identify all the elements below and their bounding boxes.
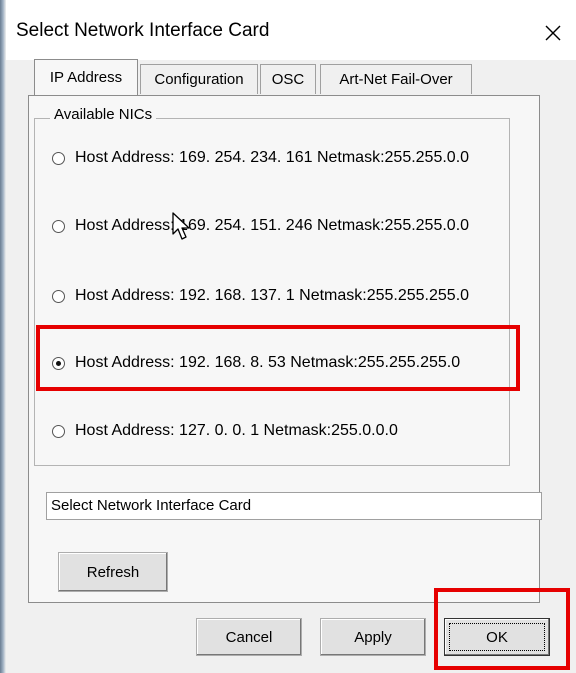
tab-label: Configuration xyxy=(154,71,244,88)
tab-label: Art-Net Fail-Over xyxy=(339,71,453,88)
focus-rectangle xyxy=(449,623,545,651)
radio-button-checked[interactable] xyxy=(52,356,65,370)
nic-option-selected[interactable]: Host Address: 192. 168. 8. 53 Netmask:25… xyxy=(52,350,460,376)
nic-label: Host Address: 169. 254. 151. 246 Netmask… xyxy=(75,217,470,234)
tab-art-net-fail-over[interactable]: Art-Net Fail-Over xyxy=(320,64,472,94)
refresh-button[interactable]: Refresh xyxy=(58,552,168,592)
tab-configuration[interactable]: Configuration xyxy=(140,64,258,94)
status-text-field[interactable]: Select Network Interface Card xyxy=(46,492,542,520)
cancel-button-label: Cancel xyxy=(225,628,273,646)
nic-label: Host Address: 127. 0. 0. 1 Netmask:255.0… xyxy=(75,422,398,439)
nic-option[interactable]: Host Address: 169. 254. 234. 161 Netmask… xyxy=(52,145,469,171)
close-button[interactable] xyxy=(536,16,570,50)
nic-option[interactable]: Host Address: 127. 0. 0. 1 Netmask:255.0… xyxy=(52,418,398,444)
ok-button[interactable]: OK xyxy=(444,618,550,656)
nic-label: Host Address: 169. 254. 234. 161 Netmask… xyxy=(75,149,470,166)
nic-label: Host Address: 192. 168. 137. 1 Netmask:2… xyxy=(75,287,470,304)
radio-button[interactable] xyxy=(52,424,65,438)
mouse-cursor-icon xyxy=(172,212,194,247)
apply-button[interactable]: Apply xyxy=(320,618,426,656)
nic-option[interactable]: Host Address: 192. 168. 137. 1 Netmask:2… xyxy=(52,283,469,309)
dialog-title: Select Network Interface Card xyxy=(16,20,270,41)
apply-button-label: Apply xyxy=(354,628,392,646)
radio-button[interactable] xyxy=(52,219,65,233)
tab-osc[interactable]: OSC xyxy=(260,64,316,94)
tab-label: OSC xyxy=(271,71,305,88)
nic-option[interactable]: Host Address: 169. 254. 151. 246 Netmask… xyxy=(52,213,469,239)
screenshot: Select Network Interface Card IP Address… xyxy=(0,0,576,673)
radio-button[interactable] xyxy=(52,289,65,303)
close-icon xyxy=(545,25,561,41)
tab-ip-address[interactable]: IP Address xyxy=(34,59,138,95)
radio-button[interactable] xyxy=(52,151,65,165)
title-bar: Select Network Interface Card xyxy=(6,8,576,60)
cancel-button[interactable]: Cancel xyxy=(196,618,302,656)
tab-label: IP Address xyxy=(49,69,123,86)
nic-label: Host Address: 192. 168. 8. 53 Netmask:25… xyxy=(75,354,461,371)
refresh-button-label: Refresh xyxy=(86,563,140,581)
available-nics-label: Available NICs xyxy=(50,106,157,123)
